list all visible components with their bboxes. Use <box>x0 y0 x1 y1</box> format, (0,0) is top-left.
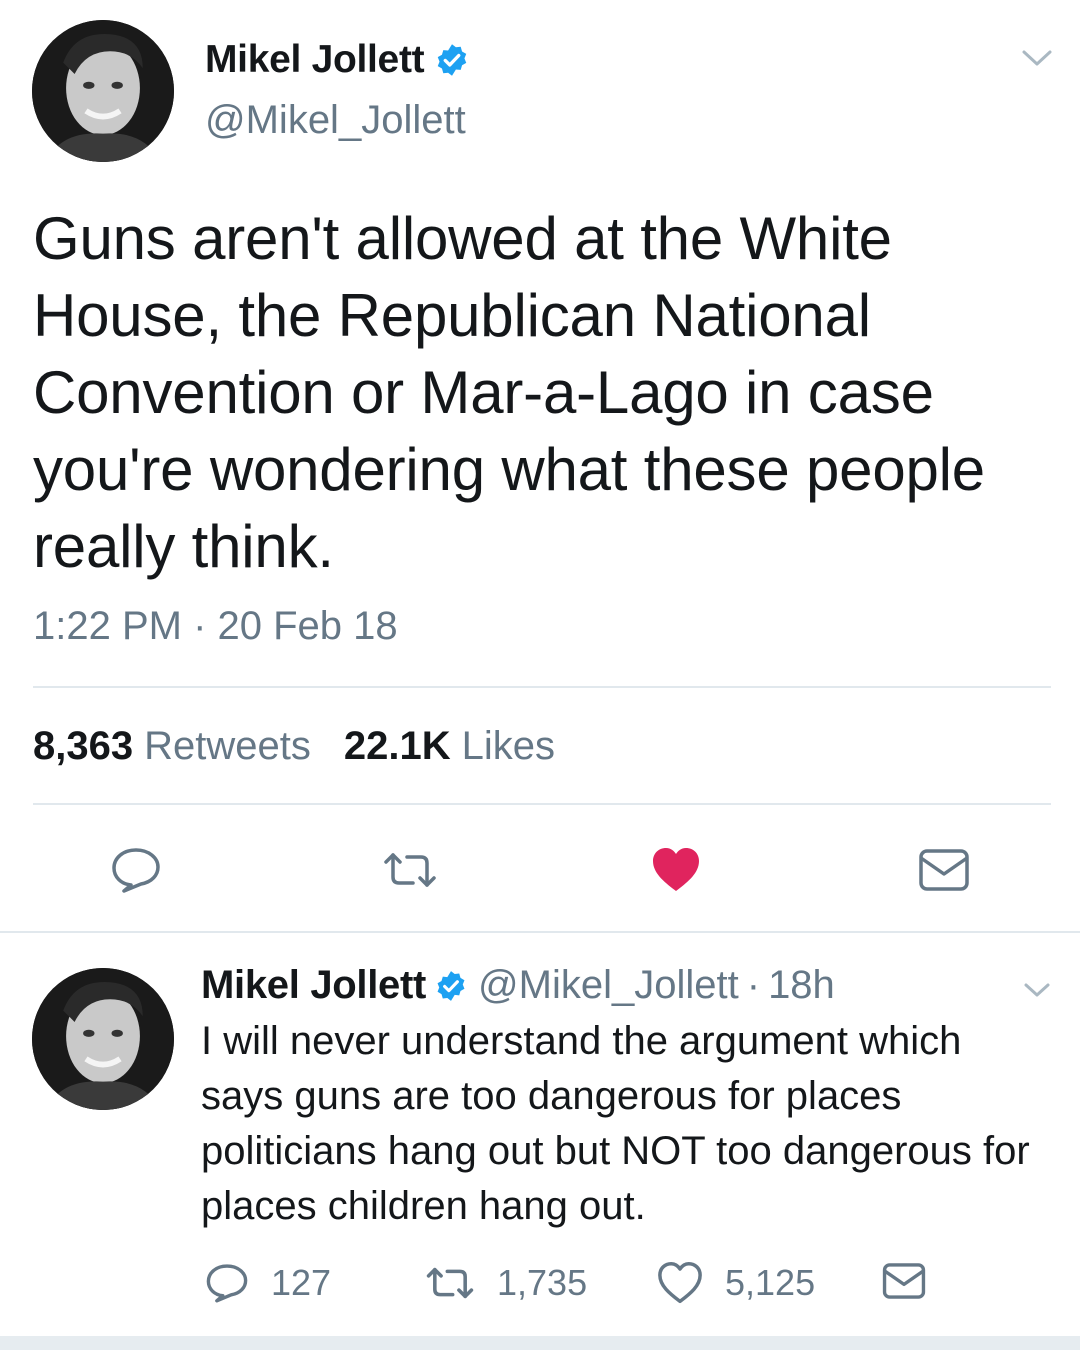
heart-icon <box>658 1262 702 1304</box>
dm-icon[interactable] <box>918 848 970 892</box>
reply-icon <box>206 1264 248 1303</box>
reply-button[interactable]: 127 <box>205 1262 331 1304</box>
like-label[interactable]: Likes <box>462 724 555 769</box>
retweet-count[interactable]: 8,363 <box>33 724 133 769</box>
retweet-count: 1,735 <box>497 1262 588 1303</box>
display-name[interactable]: Mikel Jollett <box>205 38 470 82</box>
avatar[interactable] <box>32 20 174 162</box>
divider <box>33 686 1051 688</box>
reply-icon[interactable] <box>110 846 162 894</box>
chevron-down-icon[interactable] <box>1022 978 1052 1002</box>
tweet-timestamp[interactable]: 1:22 PM · 20 Feb 18 <box>33 604 398 649</box>
profile-photo <box>32 968 174 1110</box>
thread-divider <box>0 931 1080 933</box>
retweet-button[interactable]: 1,735 <box>425 1262 587 1304</box>
verified-badge-icon <box>438 44 467 76</box>
display-name-text: Mikel Jollett <box>205 38 425 81</box>
reply-count: 127 <box>271 1262 332 1303</box>
dm-button[interactable] <box>882 1262 926 1300</box>
user-handle[interactable]: @Mikel_Jollett <box>205 98 466 143</box>
separator-dot: · <box>746 963 761 1007</box>
bottom-bar <box>0 1336 1080 1350</box>
avatar[interactable] <box>32 968 174 1110</box>
profile-photo <box>32 20 174 162</box>
tweet-text: Guns aren't allowed at the White House, … <box>33 205 985 580</box>
dm-icon <box>882 1263 926 1299</box>
divider <box>33 803 1051 805</box>
retweet-label[interactable]: Retweets <box>144 724 311 769</box>
user-handle[interactable]: @Mikel_Jollett <box>478 963 739 1008</box>
engagement-stats: 8,363 Retweets 22.1K Likes <box>33 724 555 769</box>
like-button[interactable]: 5,125 <box>657 1262 815 1304</box>
like-count[interactable]: 22.1K <box>344 724 451 769</box>
chevron-down-icon[interactable] <box>1020 44 1054 72</box>
reply-header: Mikel Jollett @Mikel_Jollett · 18h <box>201 963 835 1008</box>
like-count: 5,125 <box>725 1262 816 1303</box>
tweet-text: I will never understand the argument whi… <box>201 1019 1030 1228</box>
retweet-icon <box>426 1267 474 1299</box>
display-name[interactable]: Mikel Jollett <box>201 963 426 1008</box>
tweet-age[interactable]: 18h <box>768 963 835 1008</box>
retweet-icon[interactable] <box>382 850 438 890</box>
verified-badge-icon <box>437 970 465 1001</box>
heart-icon[interactable] <box>650 846 702 894</box>
